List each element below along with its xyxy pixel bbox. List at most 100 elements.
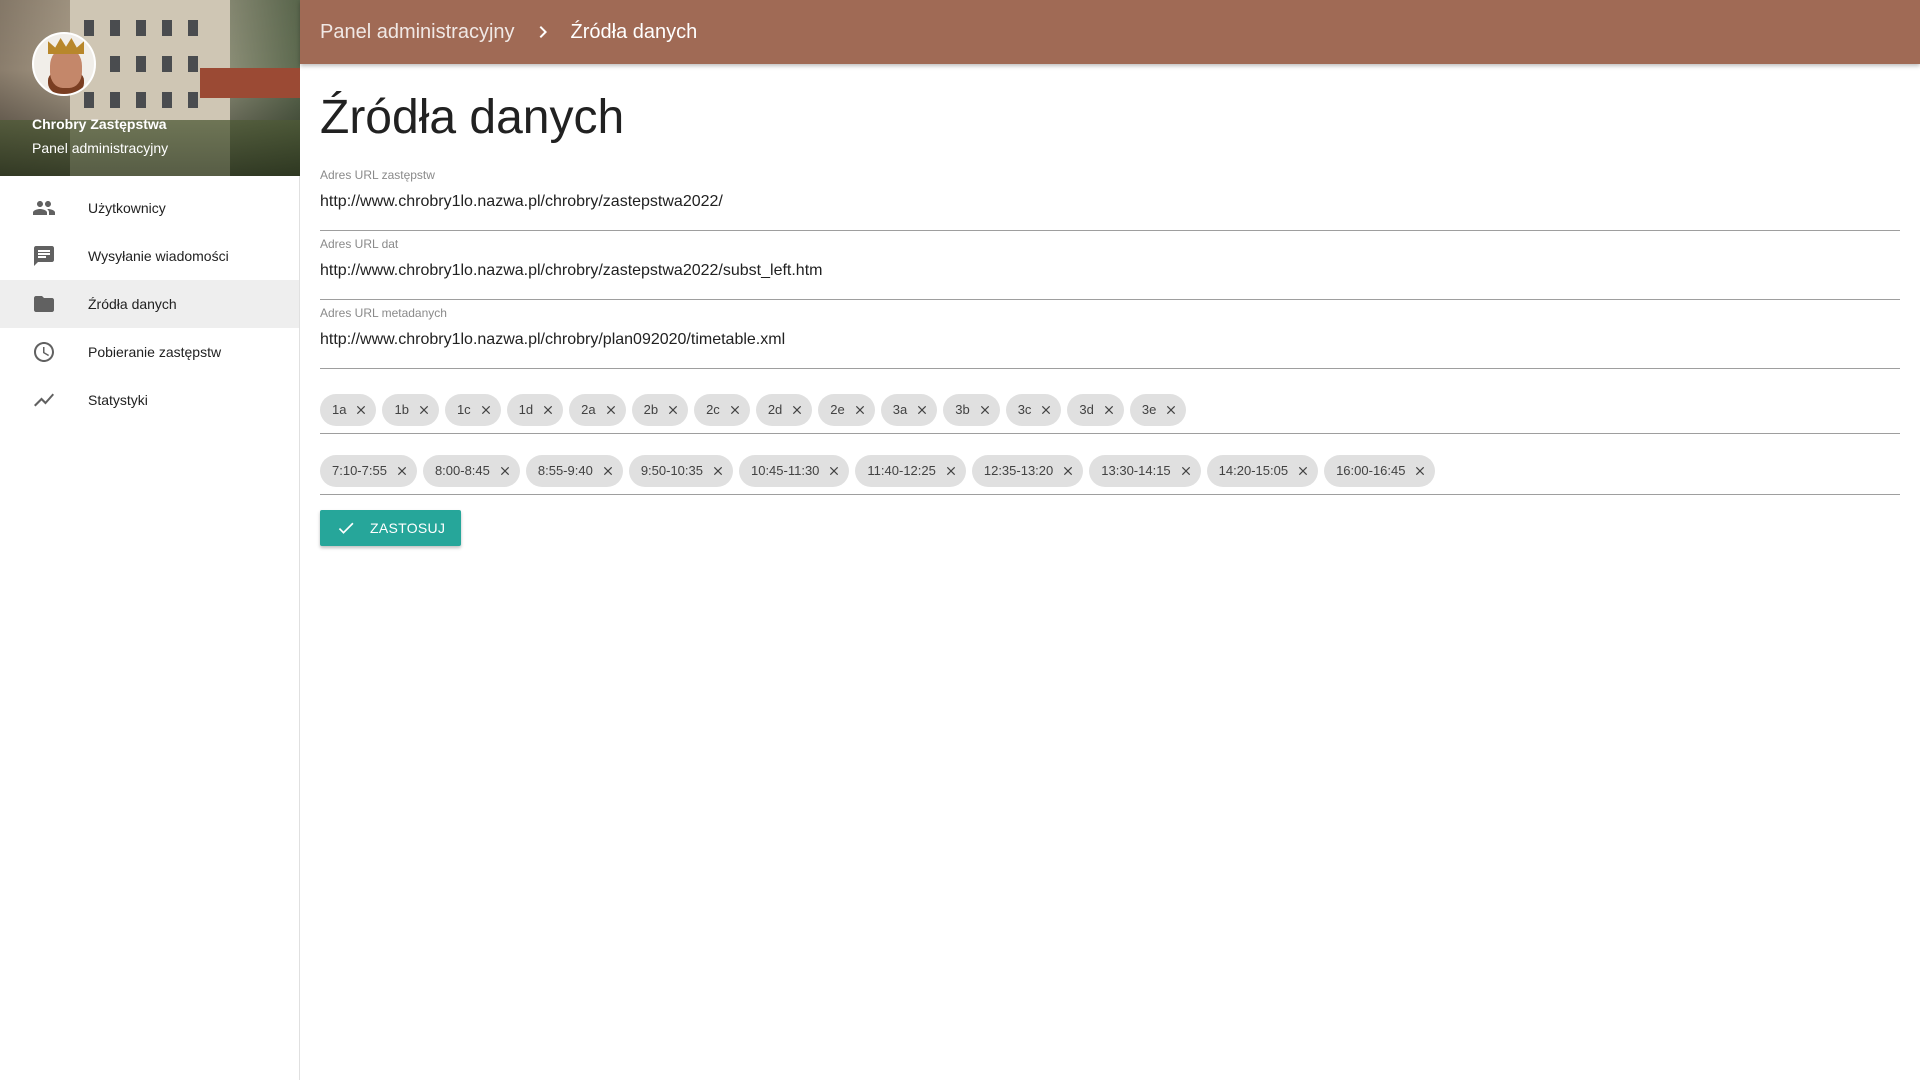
sidebar-item-data-sources[interactable]: Źródła danych (0, 280, 299, 328)
app: Chrobry Zastępstwa Panel administracyjny… (0, 0, 1920, 1080)
chip-label: 3a (892, 402, 908, 417)
close-icon[interactable] (1059, 462, 1077, 480)
chip-label: 2c (706, 402, 720, 417)
check-icon (338, 522, 354, 534)
metadata-url-input[interactable] (320, 326, 1900, 354)
close-icon[interactable] (352, 401, 370, 419)
close-icon[interactable] (602, 401, 620, 419)
message-icon (32, 244, 56, 268)
close-icon[interactable] (825, 462, 843, 480)
chip: 2a (569, 393, 626, 426)
chip: 2e (818, 393, 875, 426)
app-title: Chrobry Zastępstwa (32, 116, 167, 132)
sidebar-header: Chrobry Zastępstwa Panel administracyjny (0, 0, 300, 176)
chip-label: 2d (767, 402, 783, 417)
chip: 3c (1005, 393, 1062, 426)
chip: 14:20-15:05 (1206, 454, 1319, 487)
sidebar-item-label: Użytkownicy (88, 200, 166, 216)
chip-label: 10:45-11:30 (750, 463, 820, 478)
chip-label: 13:30-14:15 (1101, 463, 1171, 478)
sidebar-item-label: Pobieranie zastępstw (88, 344, 222, 360)
chip: 3e (1129, 393, 1187, 426)
sidebar-item-users[interactable]: Użytkownicy (0, 184, 299, 232)
close-icon[interactable] (1100, 401, 1118, 419)
field-label: Adres URL metadanych (320, 306, 447, 320)
chip-label: 3c (1017, 402, 1032, 417)
sidebar-item-statistics[interactable]: Statystyki (0, 376, 299, 424)
close-icon[interactable] (599, 462, 617, 480)
close-icon[interactable] (539, 401, 557, 419)
close-icon[interactable] (913, 401, 931, 419)
chip: 1a (320, 393, 377, 426)
chip: 8:00-8:45 (422, 454, 520, 487)
chip-label: 12:35-13:20 (983, 463, 1054, 478)
substitutions-url-field: Adres URL zastępstw (320, 168, 1900, 231)
field-label: Adres URL zastępstw (320, 168, 435, 182)
chip-label: 3d (1079, 402, 1094, 417)
close-icon[interactable] (477, 401, 495, 419)
chip-label: 16:00-16:45 (1336, 463, 1406, 478)
chip-label: 11:40-12:25 (867, 463, 936, 478)
chip: 1c (444, 393, 501, 426)
top-bar: Panel administracyjny Źródła danych (300, 0, 1920, 64)
app-subtitle: Panel administracyjny (32, 140, 169, 156)
chip: 16:00-16:45 (1324, 454, 1436, 487)
close-icon[interactable] (851, 401, 869, 419)
chip-label: 2e (830, 402, 845, 417)
close-icon[interactable] (664, 401, 682, 419)
sidebar: Chrobry Zastępstwa Panel administracyjny… (0, 0, 300, 1080)
close-icon[interactable] (496, 462, 514, 480)
close-icon[interactable] (726, 401, 744, 419)
close-icon[interactable] (1411, 462, 1429, 480)
chip: 1d (506, 393, 564, 426)
chip-label: 2a (581, 402, 596, 417)
close-icon[interactable] (1177, 462, 1195, 480)
chip: 1b (382, 393, 439, 426)
sidebar-item-label: Statystyki (88, 392, 148, 408)
apply-button-label: ZASTOSUJ (370, 520, 446, 536)
sidebar-item-messages[interactable]: Wysyłanie wiadomości (0, 232, 299, 280)
chip-label: 14:20-15:05 (1218, 463, 1289, 478)
clock-icon (32, 340, 56, 364)
close-icon[interactable] (1294, 462, 1312, 480)
hours-chip-input[interactable]: 7:10-7:55 8:00-8:45 8:55-9:40 9:50-10:35 10:… (320, 447, 1900, 495)
dates-url-input[interactable] (320, 257, 1900, 285)
classes-chip-input[interactable]: 1a 1b 1c 1d 2a 2b 2c 2d 2e 3a 3b 3c 3d 3e (320, 386, 1900, 434)
chip-label: 2b (643, 402, 659, 417)
chip-label: 7:10-7:55 (332, 463, 387, 478)
close-icon[interactable] (393, 462, 411, 480)
sidebar-item-label: Wysyłanie wiadomości (88, 248, 229, 264)
close-icon[interactable] (788, 401, 806, 419)
chip: 2c (694, 393, 750, 426)
close-icon[interactable] (976, 401, 994, 419)
close-icon[interactable] (1037, 401, 1055, 419)
breadcrumb-current: Źródła danych (570, 20, 698, 43)
chip-label: 1b (394, 402, 409, 417)
chip-label: 3b (955, 402, 970, 417)
close-icon[interactable] (709, 462, 727, 480)
chip: 2d (755, 393, 813, 426)
chip: 3b (943, 393, 1000, 426)
sidebar-item-label: Źródła danych (88, 296, 177, 312)
chip: 9:50-10:35 (628, 454, 733, 487)
chip: 3a (880, 393, 938, 426)
folder-icon (32, 292, 56, 316)
sidebar-nav: Użytkownicy Wysyłanie wiadomości Źródła … (0, 184, 299, 424)
avatar (32, 32, 96, 96)
close-icon[interactable] (1162, 401, 1180, 419)
close-icon[interactable] (942, 462, 960, 480)
chip-label: 3e (1141, 402, 1157, 417)
chip: 8:55-9:40 (525, 454, 623, 487)
chip: 12:35-13:20 (971, 454, 1084, 487)
substitutions-url-input[interactable] (320, 188, 1900, 216)
breadcrumb-root[interactable]: Panel administracyjny (320, 21, 515, 44)
sidebar-item-fetch-substitutions[interactable]: Pobieranie zastępstw (0, 328, 299, 376)
close-icon[interactable] (415, 401, 433, 419)
chip-label: 1c (456, 402, 471, 417)
chevron-right-icon (531, 20, 555, 44)
apply-button[interactable]: ZASTOSUJ (320, 510, 462, 546)
field-label: Adres URL dat (320, 237, 399, 251)
chip: 7:10-7:55 (320, 454, 417, 487)
chip: 2b (631, 393, 689, 426)
chip-label: 8:55-9:40 (537, 463, 593, 478)
